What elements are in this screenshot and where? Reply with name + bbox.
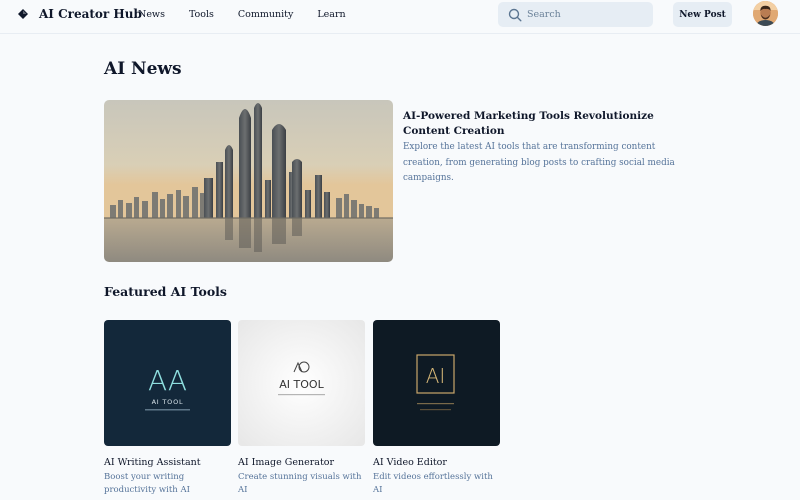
tool-description: Edit videos effortlessly with AI — [373, 472, 493, 495]
tool-card-video-editor[interactable]: AI AI Video Editor Edit videos effortles… — [373, 320, 500, 497]
tool-name: AI Writing Assistant — [104, 457, 201, 468]
tool-name: AI Video Editor — [373, 457, 447, 468]
tool-card-image-generator[interactable]: AI TOOL AI Image Generator Create stunni… — [238, 320, 365, 497]
tool-logo-text: AI — [426, 364, 446, 388]
tool-logo-text: AA — [148, 364, 187, 397]
tool-card-writing-assistant[interactable]: AA AI TOOL AI Writing Assistant Boost yo… — [104, 320, 231, 497]
diamond-logo-icon — [18, 9, 28, 19]
tool-logo-caption: AI TOOL — [152, 398, 184, 406]
nav-link-news[interactable]: News — [138, 9, 165, 20]
search-input[interactable] — [527, 9, 637, 20]
avatar-image — [753, 1, 778, 26]
featured-article-title[interactable]: AI-Powered Marketing Tools Revolutionize… — [403, 109, 693, 139]
main-nav: News Tools Community Learn — [138, 9, 370, 20]
tool-description: Boost your writing productivity with AI — [104, 472, 190, 495]
featured-tools-heading: Featured AI Tools — [104, 284, 227, 299]
city-skyline-image — [104, 100, 393, 262]
tool-card-image: AI — [373, 320, 500, 446]
featured-article-image[interactable] — [104, 100, 393, 262]
tool-logo-text: AI TOOL — [279, 378, 324, 391]
user-avatar[interactable] — [753, 1, 778, 26]
nav-link-community[interactable]: Community — [238, 9, 293, 20]
tool-card-image: AI TOOL — [238, 320, 365, 446]
app-title: AI Creator Hub — [39, 7, 142, 21]
search-icon — [508, 8, 522, 22]
top-navbar: AI Creator Hub News Tools Community Lear… — [0, 0, 800, 34]
featured-article-description: Explore the latest AI tools that are tra… — [403, 142, 675, 183]
new-post-button[interactable]: New Post — [673, 2, 732, 27]
page-title: AI News — [104, 59, 182, 79]
nav-link-learn[interactable]: Learn — [317, 9, 345, 20]
app-logo[interactable]: AI Creator Hub — [18, 7, 142, 21]
tool-card-image: AA AI TOOL — [104, 320, 231, 446]
nav-link-tools[interactable]: Tools — [189, 9, 214, 20]
tool-description: Create stunning visuals with AI — [238, 472, 362, 495]
search-box[interactable] — [498, 2, 653, 27]
tool-name: AI Image Generator — [238, 457, 335, 468]
